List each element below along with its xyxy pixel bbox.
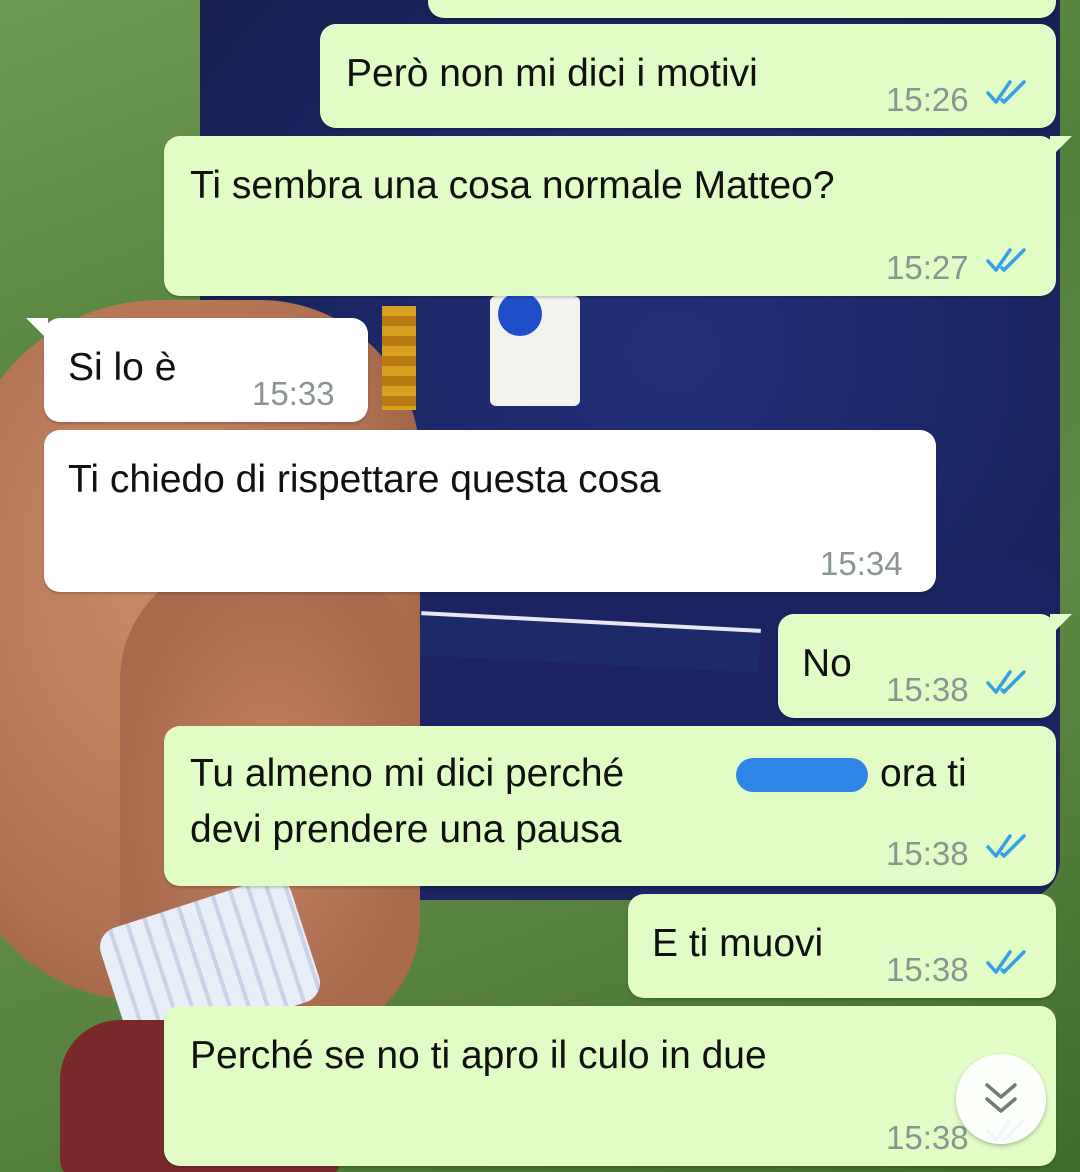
message-text: Tu almeno mi dici perché: [190, 752, 625, 795]
message-text: Perché se no ti apro il culo in due: [190, 1034, 767, 1077]
message-bubble-outgoing[interactable]: E ti muovi 15:38: [628, 894, 1056, 998]
bubble-tail: [1050, 614, 1072, 636]
message-time: 15:27: [886, 249, 969, 286]
read-ticks-icon: [986, 80, 1026, 104]
double-chevron-down-icon: [985, 1083, 1017, 1113]
message-time: 15:34: [820, 545, 903, 582]
bubble-tail: [26, 318, 48, 340]
message-time: 15:38: [886, 1119, 969, 1156]
message-time: 15:38: [886, 835, 969, 872]
message-time: 15:26: [886, 81, 969, 118]
read-ticks-icon: [986, 670, 1026, 694]
message-text: Si lo è: [68, 346, 177, 389]
message-text: E ti muovi: [652, 922, 824, 965]
message-text: devi prendere una pausa: [190, 808, 622, 851]
message-text: Ti chiedo di rispettare questa cosa: [68, 458, 661, 501]
message-bubble-outgoing[interactable]: Tu almeno mi dici perché ora ti devi pre…: [164, 726, 1056, 886]
redaction-scribble: [736, 758, 868, 792]
message-bubble-partial[interactable]: [428, 0, 1056, 18]
message-text: No: [802, 642, 852, 685]
message-text: Però non mi dici i motivi: [346, 52, 758, 95]
message-list[interactable]: Però non mi dici i motivi 15:26 Ti sembr…: [0, 0, 1080, 1172]
message-time: 15:38: [886, 671, 969, 708]
message-text: ora ti: [880, 752, 967, 795]
message-time: 15:33: [252, 375, 335, 412]
message-bubble-outgoing[interactable]: Ti sembra una cosa normale Matteo? 15:27: [164, 136, 1072, 296]
scroll-to-bottom-button[interactable]: [956, 1054, 1046, 1144]
message-bubble-outgoing[interactable]: No 15:38: [778, 614, 1072, 718]
message-text: Ti sembra una cosa normale Matteo?: [190, 164, 835, 207]
message-bubble-incoming[interactable]: Si lo è 15:33: [26, 318, 368, 422]
message-bubble-incoming[interactable]: Ti chiedo di rispettare questa cosa 15:3…: [44, 430, 936, 592]
bubble-tail: [1050, 136, 1072, 158]
read-ticks-icon: [986, 950, 1026, 974]
read-ticks-icon: [986, 834, 1026, 858]
read-ticks-icon: [986, 248, 1026, 272]
message-bubble-outgoing[interactable]: Però non mi dici i motivi 15:26: [320, 24, 1056, 128]
message-bubble-outgoing[interactable]: Perché se no ti apro il culo in due 15:3…: [164, 1006, 1056, 1166]
message-time: 15:38: [886, 951, 969, 988]
